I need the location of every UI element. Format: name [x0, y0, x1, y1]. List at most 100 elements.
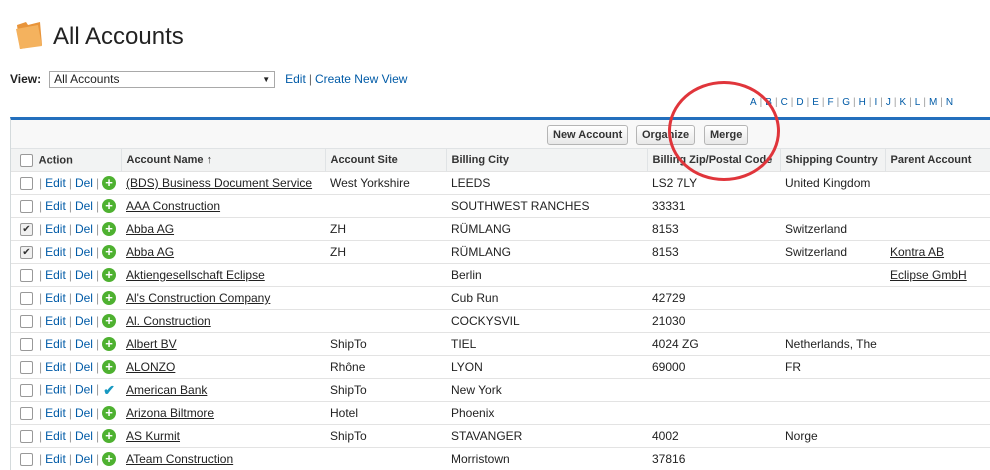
add-plus-icon[interactable]: + [102, 222, 117, 237]
row-del-link[interactable]: Del [75, 222, 93, 236]
alphabet-filter-g[interactable]: G [842, 97, 850, 108]
row-edit-link[interactable]: Edit [45, 406, 66, 420]
row-edit-link[interactable]: Edit [45, 360, 66, 374]
row-del-link[interactable]: Del [75, 406, 93, 420]
alphabet-filter-d[interactable]: D [796, 97, 803, 108]
row-checkbox[interactable]: ✔ [20, 222, 33, 236]
add-plus-icon[interactable]: + [102, 314, 117, 329]
add-plus-icon[interactable]: + [102, 245, 117, 260]
account-name-link[interactable]: Al. Construction [126, 314, 211, 328]
account-name-link[interactable]: Abba AG [126, 222, 174, 236]
parent-account-link[interactable]: Eclipse GmbH [890, 268, 967, 282]
row-del-link[interactable]: Del [75, 268, 93, 282]
cell-parent-account [885, 171, 990, 195]
account-name-link[interactable]: ATeam Construction [126, 452, 233, 466]
alphabet-filter-f[interactable]: F [828, 97, 834, 108]
new-account-button[interactable]: New Account [547, 125, 629, 145]
row-del-link[interactable]: Del [75, 291, 93, 305]
row-checkbox[interactable] [20, 268, 33, 282]
alphabet-filter-m[interactable]: M [929, 97, 937, 108]
row-del-link[interactable]: Del [75, 452, 93, 466]
row-checkbox[interactable] [20, 429, 33, 443]
create-new-view-link[interactable]: Create New View [315, 72, 407, 86]
add-plus-icon[interactable]: + [102, 199, 117, 214]
add-plus-icon[interactable]: + [102, 268, 117, 283]
row-del-link[interactable]: Del [75, 199, 93, 213]
alphabet-filter-e[interactable]: E [812, 97, 819, 108]
account-name-link[interactable]: Aktiengesellschaft Eclipse [126, 268, 265, 282]
alphabet-filter-a[interactable]: A [750, 97, 757, 108]
row-del-link[interactable]: Del [75, 314, 93, 328]
account-name-link[interactable]: American Bank [126, 383, 207, 397]
row-edit-link[interactable]: Edit [45, 291, 66, 305]
row-del-link[interactable]: Del [75, 245, 93, 259]
add-plus-icon[interactable]: + [102, 452, 117, 467]
account-name-link[interactable]: Albert BV [126, 337, 177, 351]
alphabet-separator: | [821, 97, 825, 108]
account-name-link[interactable]: AAA Construction [126, 199, 220, 213]
account-name-link[interactable]: Arizona Biltmore [126, 406, 214, 420]
row-edit-link[interactable]: Edit [45, 382, 66, 396]
row-edit-link[interactable]: Edit [45, 452, 66, 466]
alphabet-filter-b[interactable]: B [765, 97, 772, 108]
column-header-shipping-country[interactable]: Shipping Country [780, 148, 886, 172]
account-name-link[interactable]: AS Kurmit [126, 429, 180, 443]
cell-billing-zip: 42729 [647, 286, 780, 310]
merge-button[interactable]: Merge [704, 125, 749, 145]
row-checkbox[interactable] [20, 406, 33, 420]
column-header-billing-zip[interactable]: Billing Zip/Postal Code [647, 148, 781, 172]
row-del-link[interactable]: Del [75, 429, 93, 443]
row-checkbox[interactable]: ✔ [20, 245, 33, 259]
account-name-link[interactable]: ALONZO [126, 360, 175, 374]
alphabet-filter-j[interactable]: J [886, 97, 891, 108]
row-edit-link[interactable]: Edit [45, 176, 66, 190]
view-select[interactable]: All Accounts ▼ [49, 70, 276, 88]
select-all-checkbox[interactable] [20, 153, 33, 167]
row-checkbox[interactable] [20, 452, 33, 466]
edit-view-link[interactable]: Edit [285, 72, 306, 86]
row-edit-link[interactable]: Edit [45, 268, 66, 282]
row-checkbox[interactable] [20, 383, 33, 397]
row-edit-link[interactable]: Edit [45, 429, 66, 443]
row-edit-link[interactable]: Edit [45, 337, 66, 351]
alphabet-filter-k[interactable]: K [899, 97, 906, 108]
alphabet-filter-l[interactable]: L [915, 97, 921, 108]
parent-account-link[interactable]: Kontra AB [890, 245, 944, 259]
add-plus-icon[interactable]: + [102, 429, 117, 444]
row-checkbox[interactable] [20, 176, 33, 190]
row-del-link[interactable]: Del [75, 382, 93, 396]
row-del-link[interactable]: Del [75, 176, 93, 190]
row-checkbox[interactable] [20, 291, 33, 305]
row-edit-link[interactable]: Edit [45, 245, 66, 259]
row-del-link[interactable]: Del [75, 337, 93, 351]
alphabet-filter-i[interactable]: I [874, 97, 877, 108]
cell-billing-zip [647, 263, 780, 287]
column-header-account-name[interactable]: Account Name ↑ [121, 148, 326, 172]
account-name-link[interactable]: Al's Construction Company [126, 291, 270, 305]
row-edit-link[interactable]: Edit [45, 199, 66, 213]
account-name-link[interactable]: (BDS) Business Document Service [126, 176, 312, 190]
cell-account-site: ShipTo [325, 332, 446, 356]
alphabet-filter-h[interactable]: H [859, 97, 866, 108]
row-checkbox[interactable] [20, 314, 33, 328]
row-checkbox[interactable] [20, 337, 33, 351]
table-header-row: Action Account Name ↑ Account Site Billi… [11, 148, 990, 172]
add-plus-icon[interactable]: + [102, 176, 117, 191]
alphabet-filter-c[interactable]: C [781, 97, 788, 108]
column-header-parent-account[interactable]: Parent Account [885, 148, 990, 172]
row-checkbox[interactable] [20, 360, 33, 374]
add-plus-icon[interactable]: + [102, 406, 117, 421]
account-name-link[interactable]: Abba AG [126, 245, 174, 259]
add-plus-icon[interactable]: + [102, 360, 117, 375]
row-edit-link[interactable]: Edit [45, 314, 66, 328]
add-plus-icon[interactable]: + [102, 291, 117, 306]
column-header-account-site[interactable]: Account Site [325, 148, 447, 172]
organize-button[interactable]: Organize [636, 125, 696, 145]
cell-billing-zip: LS2 7LY [647, 171, 780, 195]
column-header-billing-city[interactable]: Billing City [446, 148, 648, 172]
add-plus-icon[interactable]: + [102, 337, 117, 352]
row-del-link[interactable]: Del [75, 360, 93, 374]
row-checkbox[interactable] [20, 199, 33, 213]
alphabet-filter-n[interactable]: N [946, 97, 953, 108]
row-edit-link[interactable]: Edit [45, 222, 66, 236]
